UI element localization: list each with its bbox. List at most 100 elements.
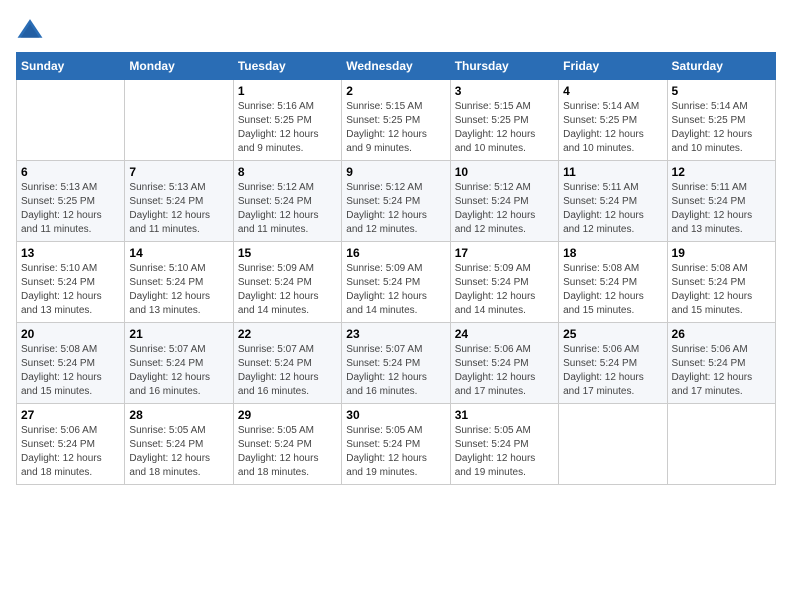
calendar-cell: 29 Sunrise: 5:05 AM Sunset: 5:24 PM Dayli… [233,404,341,485]
calendar-cell: 1 Sunrise: 5:16 AM Sunset: 5:25 PM Daylig… [233,80,341,161]
calendar-cell: 22 Sunrise: 5:07 AM Sunset: 5:24 PM Dayli… [233,323,341,404]
page-header [16,16,776,44]
day-info: Sunrise: 5:14 AM Sunset: 5:25 PM Dayligh… [672,100,771,156]
day-info: Sunrise: 5:06 AM Sunset: 5:24 PM Dayligh… [563,343,662,399]
weekday-header: Saturday [667,53,775,80]
day-number: 16 [346,246,445,260]
day-number: 28 [129,408,228,422]
calendar-cell: 7 Sunrise: 5:13 AM Sunset: 5:24 PM Daylig… [125,161,233,242]
calendar-cell [559,404,667,485]
calendar-cell: 30Sunrise: 5:05 AM Sunset: 5:24 PM Dayli… [342,404,450,485]
day-number: 9 [346,165,445,179]
day-info: Sunrise: 5:09 AM Sunset: 5:24 PM Dayligh… [238,262,337,318]
calendar-cell: 17 Sunrise: 5:09 AM Sunset: 5:24 PM Dayli… [450,242,558,323]
calendar-cell: 2 Sunrise: 5:15 AM Sunset: 5:25 PM Daylig… [342,80,450,161]
weekday-header: Monday [125,53,233,80]
calendar-cell: 6Sunrise: 5:13 AM Sunset: 5:25 PM Daylig… [17,161,125,242]
day-info: Sunrise: 5:13 AM Sunset: 5:25 PM Dayligh… [21,181,120,237]
day-number: 19 [672,246,771,260]
day-number: 20 [21,327,120,341]
day-info: Sunrise: 5:08 AM Sunset: 5:24 PM Dayligh… [672,262,771,318]
weekday-header: Friday [559,53,667,80]
calendar-week-row: 27 Sunrise: 5:06 AM Sunset: 5:24 PM Dayli… [17,404,776,485]
day-number: 7 [129,165,228,179]
calendar-cell: 4Sunrise: 5:14 AM Sunset: 5:25 PM Daylig… [559,80,667,161]
day-number: 4 [563,84,662,98]
calendar-cell: 16 Sunrise: 5:09 AM Sunset: 5:24 PM Dayli… [342,242,450,323]
day-info: Sunrise: 5:12 AM Sunset: 5:24 PM Dayligh… [346,181,445,237]
calendar-cell: 26 Sunrise: 5:06 AM Sunset: 5:24 PM Dayli… [667,323,775,404]
logo-icon [16,16,44,44]
weekday-header: Sunday [17,53,125,80]
calendar-cell: 11Sunrise: 5:11 AM Sunset: 5:24 PM Dayli… [559,161,667,242]
day-info: Sunrise: 5:05 AM Sunset: 5:24 PM Dayligh… [129,424,228,480]
calendar-table: SundayMondayTuesdayWednesdayThursdayFrid… [16,52,776,485]
calendar-cell [17,80,125,161]
day-info: Sunrise: 5:16 AM Sunset: 5:25 PM Dayligh… [238,100,337,156]
calendar-header-row: SundayMondayTuesdayWednesdayThursdayFrid… [17,53,776,80]
calendar-cell: 3 Sunrise: 5:15 AM Sunset: 5:25 PM Daylig… [450,80,558,161]
day-info: Sunrise: 5:15 AM Sunset: 5:25 PM Dayligh… [346,100,445,156]
calendar-cell [667,404,775,485]
day-info: Sunrise: 5:12 AM Sunset: 5:24 PM Dayligh… [238,181,337,237]
day-number: 18 [563,246,662,260]
calendar-week-row: 13 Sunrise: 5:10 AM Sunset: 5:24 PM Dayli… [17,242,776,323]
day-info: Sunrise: 5:06 AM Sunset: 5:24 PM Dayligh… [21,424,120,480]
day-info: Sunrise: 5:10 AM Sunset: 5:24 PM Dayligh… [21,262,120,318]
day-number: 30 [346,408,445,422]
day-number: 13 [21,246,120,260]
calendar-cell [125,80,233,161]
calendar-week-row: 6Sunrise: 5:13 AM Sunset: 5:25 PM Daylig… [17,161,776,242]
calendar-cell: 13 Sunrise: 5:10 AM Sunset: 5:24 PM Dayli… [17,242,125,323]
day-number: 5 [672,84,771,98]
day-info: Sunrise: 5:09 AM Sunset: 5:24 PM Dayligh… [455,262,554,318]
day-number: 22 [238,327,337,341]
day-number: 11 [563,165,662,179]
day-info: Sunrise: 5:07 AM Sunset: 5:24 PM Dayligh… [346,343,445,399]
day-number: 26 [672,327,771,341]
calendar-cell: 31 Sunrise: 5:05 AM Sunset: 5:24 PM Dayli… [450,404,558,485]
day-info: Sunrise: 5:13 AM Sunset: 5:24 PM Dayligh… [129,181,228,237]
calendar-cell: 8 Sunrise: 5:12 AM Sunset: 5:24 PM Daylig… [233,161,341,242]
day-number: 14 [129,246,228,260]
calendar-cell: 5 Sunrise: 5:14 AM Sunset: 5:25 PM Daylig… [667,80,775,161]
day-info: Sunrise: 5:11 AM Sunset: 5:24 PM Dayligh… [672,181,771,237]
logo [16,16,48,44]
day-number: 3 [455,84,554,98]
day-number: 17 [455,246,554,260]
day-info: Sunrise: 5:07 AM Sunset: 5:24 PM Dayligh… [238,343,337,399]
day-info: Sunrise: 5:05 AM Sunset: 5:24 PM Dayligh… [238,424,337,480]
day-info: Sunrise: 5:06 AM Sunset: 5:24 PM Dayligh… [455,343,554,399]
day-info: Sunrise: 5:08 AM Sunset: 5:24 PM Dayligh… [21,343,120,399]
day-number: 8 [238,165,337,179]
day-info: Sunrise: 5:07 AM Sunset: 5:24 PM Dayligh… [129,343,228,399]
calendar-cell: 9 Sunrise: 5:12 AM Sunset: 5:24 PM Daylig… [342,161,450,242]
day-number: 2 [346,84,445,98]
day-number: 21 [129,327,228,341]
day-number: 24 [455,327,554,341]
calendar-cell: 20 Sunrise: 5:08 AM Sunset: 5:24 PM Dayli… [17,323,125,404]
day-number: 1 [238,84,337,98]
calendar-body: 1 Sunrise: 5:16 AM Sunset: 5:25 PM Daylig… [17,80,776,485]
day-info: Sunrise: 5:12 AM Sunset: 5:24 PM Dayligh… [455,181,554,237]
day-info: Sunrise: 5:05 AM Sunset: 5:24 PM Dayligh… [455,424,554,480]
day-number: 29 [238,408,337,422]
day-info: Sunrise: 5:06 AM Sunset: 5:24 PM Dayligh… [672,343,771,399]
calendar-cell: 10 Sunrise: 5:12 AM Sunset: 5:24 PM Dayli… [450,161,558,242]
calendar-cell: 27 Sunrise: 5:06 AM Sunset: 5:24 PM Dayli… [17,404,125,485]
calendar-cell: 24 Sunrise: 5:06 AM Sunset: 5:24 PM Dayli… [450,323,558,404]
day-number: 23 [346,327,445,341]
day-number: 25 [563,327,662,341]
calendar-cell: 14Sunrise: 5:10 AM Sunset: 5:24 PM Dayli… [125,242,233,323]
day-number: 10 [455,165,554,179]
day-number: 31 [455,408,554,422]
calendar-cell: 21 Sunrise: 5:07 AM Sunset: 5:24 PM Dayli… [125,323,233,404]
day-number: 12 [672,165,771,179]
calendar-week-row: 1 Sunrise: 5:16 AM Sunset: 5:25 PM Daylig… [17,80,776,161]
weekday-header: Thursday [450,53,558,80]
weekday-header: Tuesday [233,53,341,80]
day-info: Sunrise: 5:09 AM Sunset: 5:24 PM Dayligh… [346,262,445,318]
calendar-cell: 18Sunrise: 5:08 AM Sunset: 5:24 PM Dayli… [559,242,667,323]
day-number: 27 [21,408,120,422]
day-info: Sunrise: 5:15 AM Sunset: 5:25 PM Dayligh… [455,100,554,156]
